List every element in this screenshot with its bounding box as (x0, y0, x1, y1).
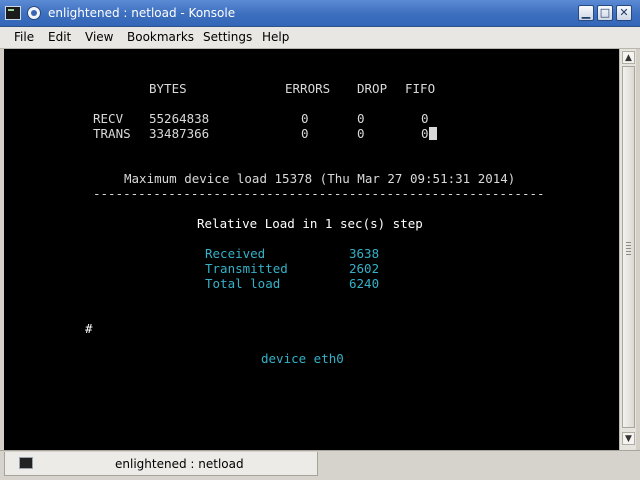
trans-drop: 0 (357, 126, 365, 141)
stat-received-value: 3638 (349, 246, 380, 261)
menu-file[interactable]: File (14, 30, 34, 44)
trans-errors: 0 (301, 126, 309, 141)
terminal-output[interactable]: BYTES ERRORS DROP FIFO RECV 55264838 0 0… (4, 49, 619, 450)
recv-fifo: 0 (421, 111, 429, 126)
window-title: enlightened : netload - Konsole (48, 6, 236, 20)
recv-drop: 0 (357, 111, 365, 126)
session-tab-label: enlightened : netload (115, 457, 244, 471)
minimize-button[interactable]: ▁ (578, 5, 594, 21)
stat-received-label: Received (205, 246, 266, 261)
header-bytes: BYTES (149, 81, 187, 96)
menu-bookmarks[interactable]: Bookmarks (127, 30, 194, 44)
shell-prompt: # (85, 321, 93, 336)
scrollbar-thumb[interactable] (622, 66, 635, 428)
close-button[interactable]: ✕ (616, 5, 632, 21)
recv-bytes: 55264838 (149, 111, 210, 126)
device-name: device eth0 (261, 351, 344, 366)
session-tab[interactable]: enlightened : netload (4, 452, 318, 476)
terminal-cursor (429, 127, 437, 140)
stat-transmitted-label: Transmitted (205, 261, 288, 276)
stat-transmitted-value: 2602 (349, 261, 380, 276)
menu-view[interactable]: View (85, 30, 113, 44)
trans-bytes: 33487366 (149, 126, 210, 141)
title-bar[interactable]: enlightened : netload - Konsole ▁ □ ✕ (0, 0, 640, 27)
menu-settings[interactable]: Settings (203, 30, 252, 44)
header-fifo: FIFO (405, 81, 436, 96)
max-device-load: Maximum device load 15378 (Thu Mar 27 09… (124, 171, 516, 186)
relative-load-heading: Relative Load in 1 sec(s) step (197, 216, 423, 231)
vertical-scrollbar[interactable]: ▲ ▼ (619, 49, 636, 450)
menu-bar: File Edit View Bookmarks Settings Help (0, 27, 640, 49)
terminal-app-icon[interactable] (5, 6, 21, 20)
scroll-up-arrow-icon[interactable]: ▲ (622, 51, 635, 64)
scrollbar-grip-icon (626, 242, 631, 256)
trans-fifo: 0 (421, 126, 429, 141)
stat-total-label: Total load (205, 276, 281, 291)
recv-errors: 0 (301, 111, 309, 126)
recv-label: RECV (93, 111, 124, 126)
stat-total-value: 6240 (349, 276, 380, 291)
window-menu-icon[interactable] (27, 6, 41, 20)
header-errors: ERRORS (285, 81, 331, 96)
maximize-button[interactable]: □ (597, 5, 613, 21)
menu-edit[interactable]: Edit (48, 30, 71, 44)
terminal-tab-icon (19, 457, 33, 469)
scroll-down-arrow-icon[interactable]: ▼ (622, 432, 635, 445)
session-tab-bar: enlightened : netload (0, 450, 640, 480)
trans-label: TRANS (93, 126, 131, 141)
separator-line: ----------------------------------------… (93, 186, 545, 201)
menu-help[interactable]: Help (262, 30, 289, 44)
header-drop: DROP (357, 81, 388, 96)
